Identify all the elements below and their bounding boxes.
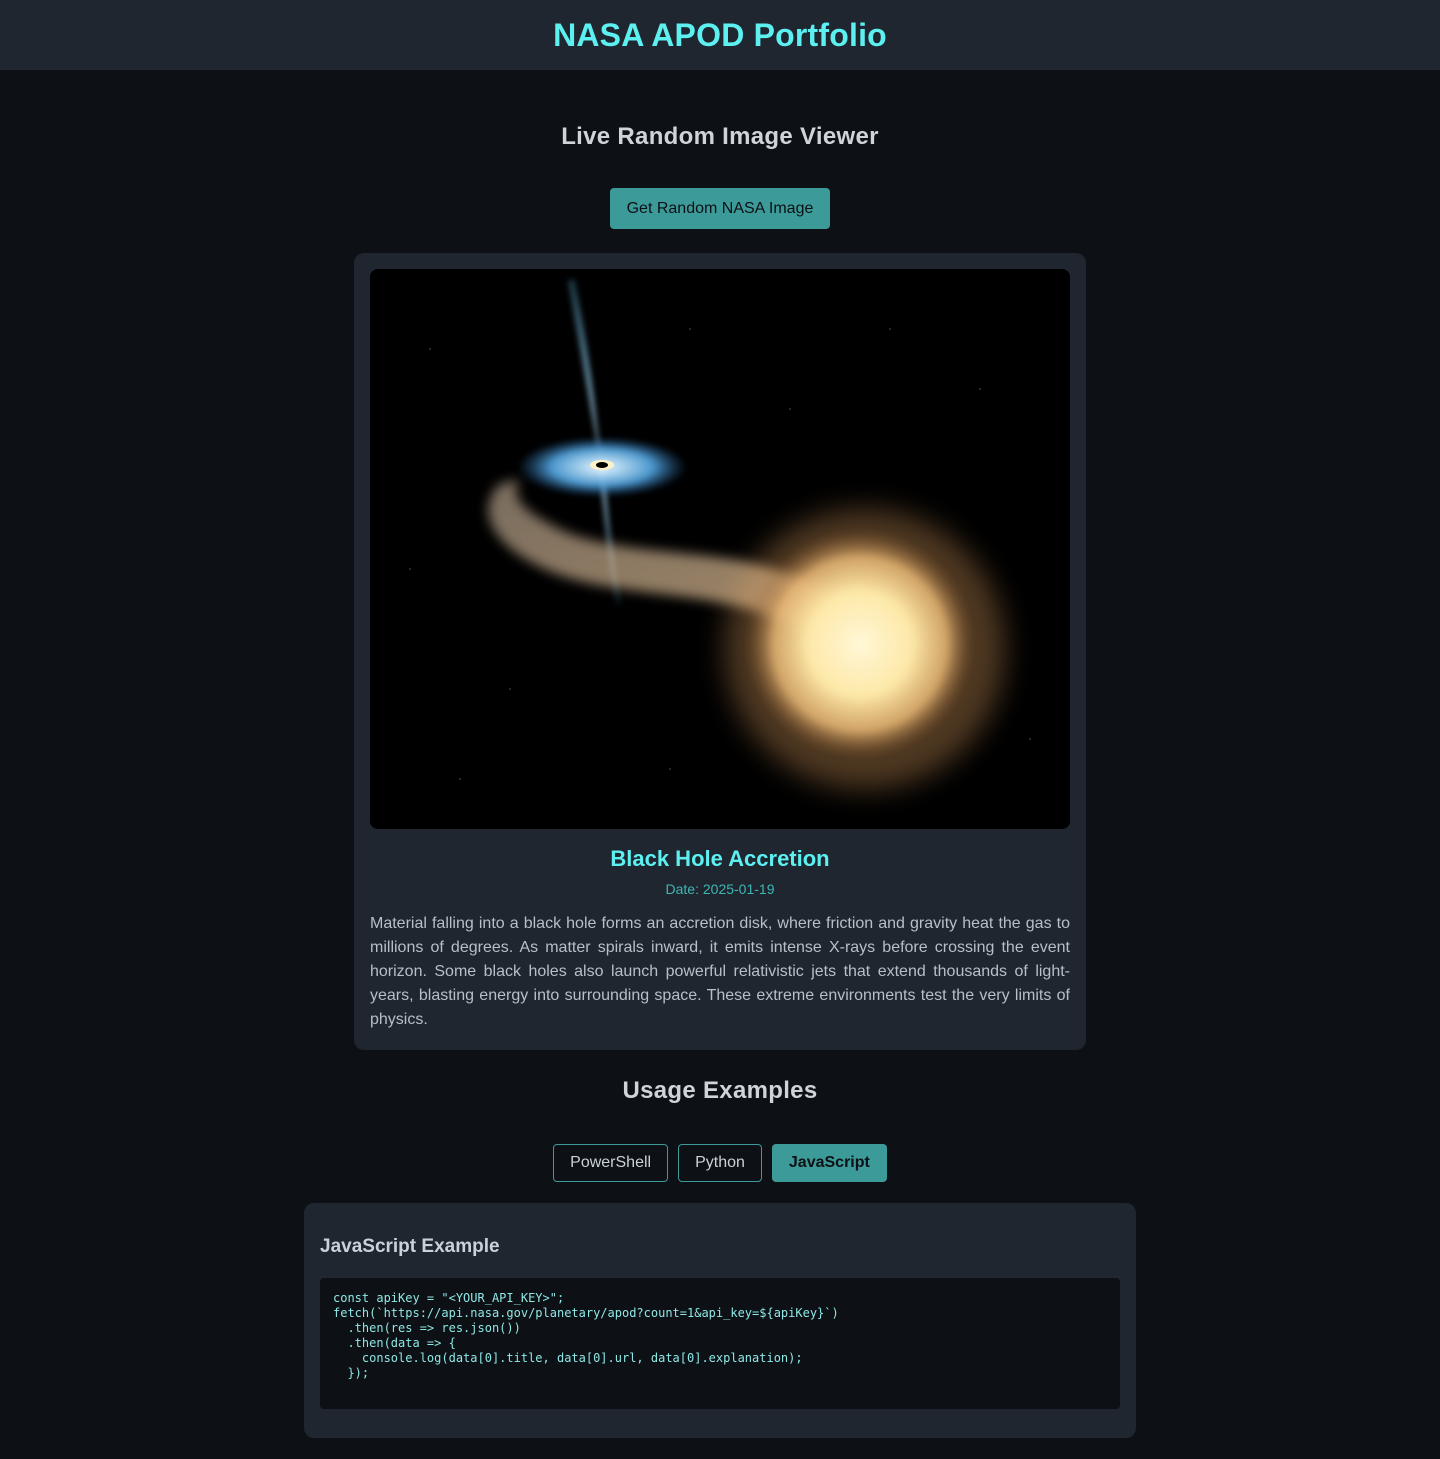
apod-card: Black Hole Accretion Date: 2025-01-19 Ma… [354,253,1086,1050]
black-hole-illustration [370,269,1070,829]
apod-date: Date: 2025-01-19 [665,881,775,897]
main-content: Live Random Image Viewer Get Random NASA… [0,70,1440,1438]
tab-javascript[interactable]: JavaScript [771,1144,887,1182]
apod-description: Material falling into a black hole forms… [370,915,1070,1028]
apod-title: Black Hole Accretion [610,846,830,871]
site-title: NASA APOD Portfolio [553,16,887,53]
tab-powershell[interactable]: PowerShell [553,1144,669,1182]
viewer-section-title: Live Random Image Viewer [561,123,879,150]
code-example-title: JavaScript Example [320,1236,500,1257]
site-header: NASA APOD Portfolio [0,0,1440,70]
language-tabs: PowerShell Python JavaScript [0,1144,1440,1182]
code-block: const apiKey = "<YOUR_API_KEY>"; fetch(`… [320,1278,1120,1409]
get-random-image-button[interactable]: Get Random NASA Image [610,188,830,229]
apod-image [370,269,1070,829]
usage-section-title: Usage Examples [622,1077,818,1104]
code-example-card: JavaScript Example const apiKey = "<YOUR… [304,1203,1136,1438]
random-button-row: Get Random NASA Image [0,188,1440,229]
tab-python[interactable]: Python [678,1144,762,1182]
